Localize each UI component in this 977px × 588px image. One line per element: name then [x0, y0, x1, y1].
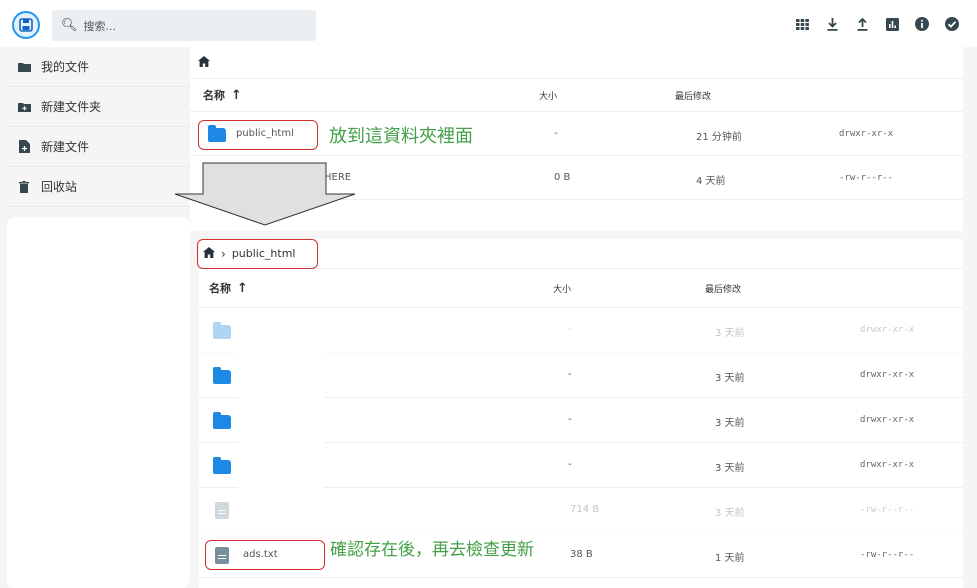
folder-icon [213, 412, 231, 429]
file-modified: 3 天前 [715, 508, 745, 519]
search-input[interactable]: 🔍︎ 搜索... [52, 10, 316, 41]
sidebar-item-label: 我的文件 [41, 60, 90, 74]
file-size: 0 B [554, 172, 571, 183]
info-icon[interactable] [915, 17, 929, 31]
column-modified[interactable]: 最后修改 [705, 282, 741, 295]
file-modified: 3 天前 [715, 328, 745, 339]
highlight-box-public-html [198, 120, 318, 150]
file-permissions: -rw-r--r-- [860, 505, 915, 515]
breadcrumb [190, 47, 963, 78]
redacted-names-area [238, 314, 324, 519]
table-header: 名称 ↑ 大小 最后修改 [199, 268, 963, 308]
file-permissions: -rw-r--r-- [839, 173, 894, 183]
file-icon [215, 502, 229, 519]
sidebar-item-new-file[interactable]: 新建文件 [7, 127, 190, 167]
file-permissions: drwxr-xr-x [839, 129, 894, 139]
new-file-icon [17, 140, 31, 153]
sidebar-item-label: 回收站 [41, 180, 78, 194]
file-size: 714 B [570, 504, 600, 515]
home-icon[interactable] [198, 55, 210, 70]
column-name[interactable]: 名称 ↑ [203, 87, 242, 103]
column-modified[interactable]: 最后修改 [675, 89, 711, 102]
sort-ascending-icon: ↑ [237, 280, 248, 296]
file-permissions: drwxr-xr-x [860, 325, 915, 335]
grid-view-icon[interactable] [795, 17, 809, 31]
folder-icon [213, 367, 231, 384]
file-size: - [568, 459, 572, 470]
new-folder-icon [17, 101, 31, 113]
file-modified: 3 天前 [715, 418, 745, 429]
file-size: - [568, 324, 572, 335]
folder-icon [17, 61, 31, 73]
sidebar-item-label: 新建文件夹 [41, 100, 102, 114]
annotation-text: 確認存在後，再去檢查更新 [330, 540, 534, 560]
highlight-box-ads-txt [205, 540, 325, 570]
sidebar-item-label: 新建文件 [41, 140, 90, 154]
file-permissions: drwxr-xr-x [860, 460, 915, 470]
check-icon[interactable] [945, 17, 959, 31]
file-modified: 21 分钟前 [696, 132, 742, 143]
file-permissions: drwxr-xr-x [860, 370, 915, 380]
file-size: - [568, 414, 572, 425]
file-size: - [568, 369, 572, 380]
trash-icon [17, 180, 31, 193]
chart-icon[interactable] [885, 17, 899, 31]
annotation-text: 放到這資料夾裡面 [329, 126, 473, 147]
sidebar-blank-area [7, 217, 190, 588]
sidebar: 我的文件 新建文件夹 新建文件 回收站 [7, 47, 190, 207]
search-placeholder: 搜索... [83, 19, 117, 33]
file-size: 38 B [570, 549, 593, 560]
file-modified: 4 天前 [696, 176, 726, 187]
upload-icon[interactable] [855, 17, 869, 31]
file-permissions: drwxr-xr-x [860, 415, 915, 425]
sidebar-item-my-files[interactable]: 我的文件 [7, 47, 190, 87]
column-size[interactable]: 大小 [553, 282, 571, 295]
column-name[interactable]: 名称 ↑ [209, 280, 248, 296]
file-modified: 3 天前 [715, 373, 745, 384]
file-modified: 3 天前 [715, 463, 745, 474]
file-permissions: -rw-r--r-- [860, 550, 915, 560]
sidebar-item-trash[interactable]: 回收站 [7, 167, 190, 207]
folder-icon [213, 457, 231, 474]
folder-icon [213, 322, 231, 339]
table-header: 名称 ↑ 大小 最后修改 [190, 78, 963, 112]
search-icon: 🔍︎ [61, 18, 78, 33]
file-size: - [554, 128, 558, 139]
app-logo-icon[interactable] [12, 11, 40, 39]
file-modified: 1 天前 [715, 553, 745, 564]
app-header: 🔍︎ 搜索... [0, 0, 977, 47]
highlight-box-breadcrumb [197, 239, 318, 269]
sort-ascending-icon: ↑ [231, 87, 242, 103]
download-icon[interactable] [825, 17, 839, 31]
sidebar-item-new-folder[interactable]: 新建文件夹 [7, 87, 190, 127]
column-size[interactable]: 大小 [539, 89, 557, 102]
down-arrow-icon [174, 162, 356, 226]
